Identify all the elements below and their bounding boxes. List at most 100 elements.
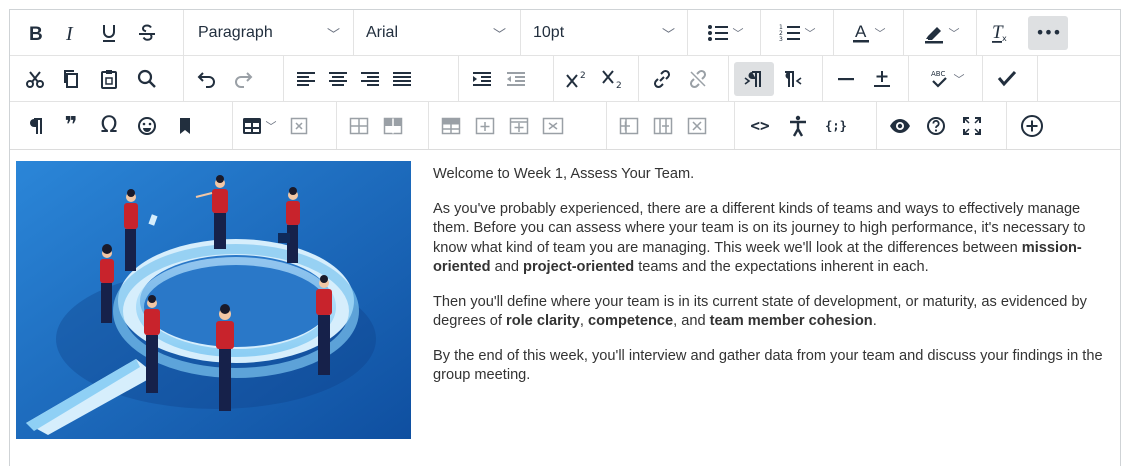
align-right-button[interactable] — [354, 62, 386, 96]
italic-icon: I — [65, 24, 74, 42]
checkmark-icon — [997, 70, 1017, 86]
bold-button[interactable]: B — [18, 16, 52, 50]
indent-icon — [473, 71, 491, 86]
table-delete-icon — [290, 117, 308, 134]
remove-link-button[interactable] — [680, 62, 716, 96]
emoji-button[interactable] — [128, 109, 166, 143]
align-justify-button[interactable] — [386, 62, 418, 96]
highlight-color-button[interactable]: ﹀ — [910, 16, 972, 50]
delete-row-button[interactable] — [502, 109, 536, 143]
help-icon — [927, 116, 945, 135]
svg-text:3: 3 — [779, 36, 783, 43]
text-run: . — [872, 313, 877, 329]
strikethrough-button[interactable] — [128, 16, 166, 50]
add-content-button[interactable] — [1012, 109, 1052, 143]
insert-variable-button[interactable]: {;} — [816, 109, 856, 143]
block-format-select[interactable]: Paragraph ﹀ — [186, 16, 352, 50]
special-character-button[interactable]: Ω — [90, 109, 128, 143]
align-center-button[interactable] — [322, 62, 354, 96]
table-button[interactable]: ﹀ — [236, 109, 282, 143]
source-code-button[interactable]: <> — [740, 109, 780, 143]
find-replace-button[interactable] — [128, 62, 166, 96]
bullet-list-button[interactable]: ﹀ — [694, 16, 756, 50]
indent-button[interactable] — [465, 62, 499, 96]
cut-button[interactable] — [18, 62, 52, 96]
eye-icon — [890, 118, 910, 133]
help-button[interactable] — [918, 109, 954, 143]
chevron-down-icon: ﹀ — [874, 27, 886, 40]
undo-icon — [197, 71, 215, 88]
spellcheck-button[interactable]: ABC ﹀ — [914, 62, 978, 96]
table-cell-icon — [349, 117, 369, 134]
font-family-select[interactable]: Arial ﹀ — [354, 16, 518, 50]
insert-row-before-button[interactable] — [434, 109, 468, 143]
superscript-button[interactable]: 2 — [559, 62, 595, 96]
clear-formatting-button[interactable]: Tx — [982, 16, 1018, 50]
delete-table-button[interactable] — [282, 109, 316, 143]
search-icon — [137, 69, 156, 88]
chevron-down-icon: ﹀ — [265, 120, 277, 133]
rtl-direction-button[interactable] — [774, 62, 812, 96]
svg-text:A: A — [855, 22, 867, 41]
clear-formatting-icon: Tx — [992, 22, 1007, 43]
show-blocks-button[interactable] — [18, 109, 52, 143]
align-left-button[interactable] — [290, 62, 322, 96]
align-left-icon — [297, 71, 315, 86]
table-cell-props-button[interactable] — [342, 109, 376, 143]
end-of-week-paragraph: By the end of this week, you'll intervie… — [433, 347, 1103, 384]
bold-project-oriented: project-oriented — [523, 259, 635, 275]
svg-text:I: I — [65, 24, 74, 42]
undo-button[interactable] — [190, 62, 224, 96]
insert-row-after-button[interactable] — [468, 109, 502, 143]
subscript-button[interactable]: 2 — [595, 62, 631, 96]
horizontal-rule-icon — [838, 77, 854, 80]
table-insert-col-after-icon — [653, 117, 673, 134]
cut-row-button[interactable] — [536, 109, 570, 143]
accessibility-button[interactable] — [780, 109, 816, 143]
font-size-value: 10pt — [533, 24, 565, 41]
bold-team-member-cohesion: team member cohesion — [709, 313, 873, 329]
insert-col-after-button[interactable] — [646, 109, 680, 143]
text-color-button[interactable]: A ﹀ — [838, 16, 898, 50]
accessibility-icon — [790, 115, 806, 137]
toolbar-row-2: 2 2 ABC ﹀ — [10, 56, 1120, 102]
link-icon — [653, 69, 671, 88]
fullscreen-button[interactable] — [954, 109, 990, 143]
redo-button[interactable] — [224, 62, 262, 96]
welcome-paragraph: Welcome to Week 1, Assess Your Team. — [433, 166, 695, 182]
table-delete-column-icon — [687, 117, 707, 134]
accessibility-checker-button[interactable] — [988, 62, 1026, 96]
insert-button[interactable] — [864, 62, 900, 96]
font-size-select[interactable]: 10pt ﹀ — [521, 16, 687, 50]
delete-col-button[interactable] — [680, 109, 714, 143]
plus-circle-icon — [1021, 114, 1043, 137]
maturity-paragraph: Then you'll define where your team is in… — [433, 293, 1103, 332]
braces-icon: {;} — [825, 118, 847, 133]
horizontal-line-button[interactable] — [828, 62, 864, 96]
magnifier-team-illustration — [16, 161, 411, 439]
paste-button[interactable] — [90, 62, 128, 96]
clipboard-icon — [101, 69, 117, 89]
bold-competence: competence — [587, 313, 674, 329]
bookmark-icon — [180, 117, 190, 134]
text-run: teams and the expectations inherent in e… — [634, 259, 929, 275]
editor-content-area[interactable]: Welcome to Week 1, Assess Your Team. As … — [10, 151, 1120, 467]
redo-icon — [235, 71, 253, 88]
underline-icon — [103, 24, 115, 42]
outdent-button[interactable] — [499, 62, 533, 96]
preview-button[interactable] — [882, 109, 918, 143]
italic-button[interactable]: I — [52, 16, 90, 50]
more-options-button[interactable]: ••• — [1028, 15, 1068, 50]
copy-icon — [64, 69, 78, 88]
table-row-props-button[interactable] — [376, 109, 410, 143]
text-run: , — [579, 313, 588, 329]
ltr-direction-button[interactable] — [734, 61, 774, 96]
underline-button[interactable] — [90, 16, 128, 50]
copy-button[interactable] — [52, 62, 90, 96]
insert-link-button[interactable] — [644, 62, 680, 96]
editor-body-text[interactable]: Welcome to Week 1, Assess Your Team. As … — [433, 165, 1103, 401]
blockquote-button[interactable]: ❞ — [52, 109, 90, 143]
anchor-button[interactable] — [166, 109, 204, 143]
numbered-list-button[interactable]: 123 ﹀ — [766, 16, 828, 50]
insert-col-before-button[interactable] — [612, 109, 646, 143]
